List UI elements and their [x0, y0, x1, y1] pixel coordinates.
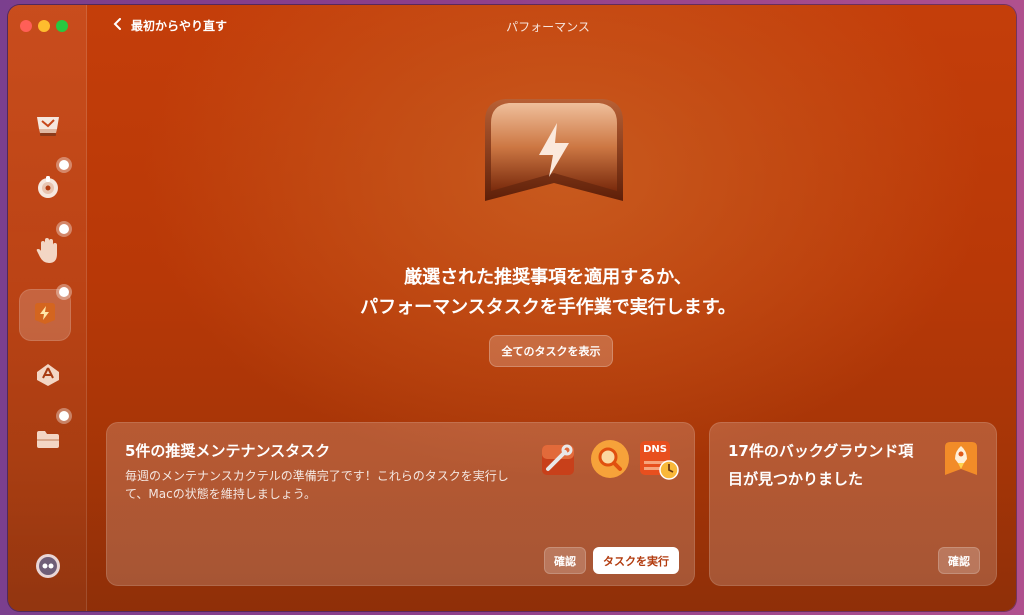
dns-flush-icon: DNS [638, 439, 680, 481]
background-card-title: 17件のバックグラウンド項 目が見つかりました [728, 437, 928, 493]
chevron-left-icon [113, 18, 123, 33]
launch-agents-rocket-icon [941, 439, 981, 479]
sidebar-badge-files [59, 411, 69, 421]
maintenance-review-button[interactable]: 確認 [544, 547, 586, 574]
performance-bolt-icon [32, 300, 58, 330]
protection-icon [35, 174, 61, 204]
maintenance-card-description: 毎週のメンテナンスカクテルの準備完了です！これらのタスクを実行し て、Macの状… [125, 467, 545, 503]
close-window-button[interactable] [20, 20, 32, 32]
sidebar-item-applications[interactable] [32, 361, 64, 393]
background-review-button[interactable]: 確認 [938, 547, 980, 574]
sidebar [8, 5, 87, 611]
start-over-button[interactable]: 最初からやり直す [113, 17, 227, 34]
sidebar-item-cleanup[interactable] [32, 111, 64, 143]
run-tasks-button[interactable]: タスクを実行 [593, 547, 679, 574]
maintenance-desc-line-2: て、Macの状態を維持しましょう。 [125, 487, 316, 501]
background-title-line-2: 目が見つかりました [728, 470, 864, 488]
sidebar-assistant-button[interactable] [32, 552, 64, 584]
window-title: パフォーマンス [506, 20, 590, 34]
background-items-card: 17件のバックグラウンド項 目が見つかりました 確認 [709, 422, 997, 586]
sidebar-badge-protection [59, 160, 69, 170]
sidebar-item-files[interactable] [32, 425, 64, 457]
maintenance-card: 5件の推奨メンテナンスタスク 毎週のメンテナンスカクテルの準備完了です！これらの… [106, 422, 695, 586]
sidebar-item-privacy[interactable] [32, 237, 64, 269]
show-all-tasks-button[interactable]: 全てのタスクを表示 [489, 335, 613, 367]
headline: 厳選された推奨事項を適用するか、 パフォーマンスタスクを手作業で実行します。 [308, 263, 788, 323]
dns-label: DNS [643, 444, 667, 455]
maintenance-card-title: 5件の推奨メンテナンスタスク [125, 442, 331, 460]
performance-hero-icon [473, 93, 635, 223]
headline-line-1: 厳選された推奨事項を適用するか、 [404, 267, 692, 288]
zoom-window-button[interactable] [56, 20, 68, 32]
start-over-label: 最初からやり直す [131, 19, 228, 33]
background-title-line-1: 17件のバックグラウンド項 [728, 442, 914, 460]
files-folder-icon [35, 427, 61, 455]
sidebar-item-protection[interactable] [32, 173, 64, 205]
assistant-icon [35, 553, 61, 583]
sidebar-badge-performance [59, 287, 69, 297]
maintenance-desc-line-1: 毎週のメンテナンスカクテルの準備完了です！これらのタスクを実行し [125, 469, 509, 483]
spotlight-search-icon [590, 439, 630, 479]
app-window: 最初からやり直す パフォーマンス 厳選された推奨事項を適用するか、 パフォーマン… [8, 5, 1016, 611]
disk-repair-icon [538, 439, 578, 479]
cleanup-icon [34, 112, 62, 142]
headline-line-2: パフォーマンスタスクを手作業で実行します。 [360, 297, 736, 318]
sidebar-badge-privacy [59, 224, 69, 234]
privacy-hand-icon [35, 237, 61, 269]
minimize-window-button[interactable] [38, 20, 50, 32]
applications-icon [35, 362, 61, 392]
